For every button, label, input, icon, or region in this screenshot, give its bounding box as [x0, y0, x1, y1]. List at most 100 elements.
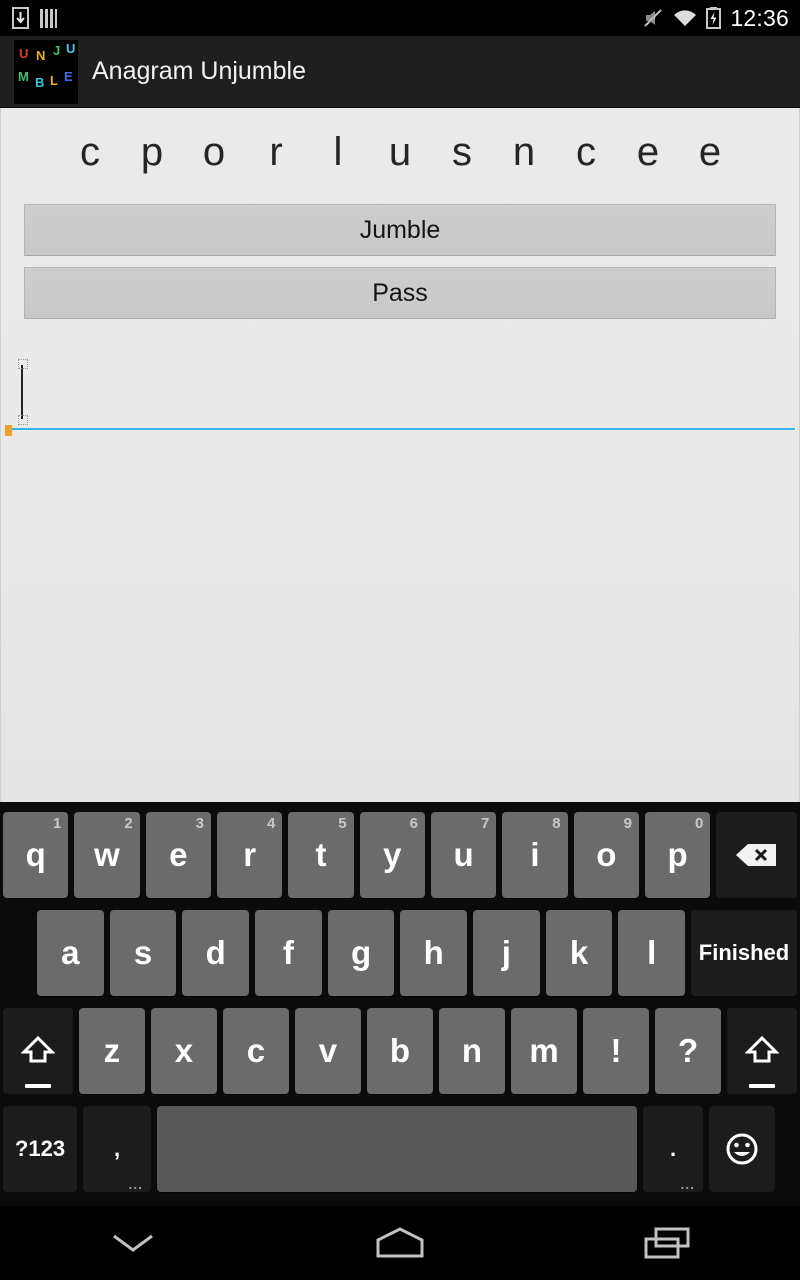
key-s[interactable]: s — [109, 910, 177, 996]
keyboard-row-3: z x c v b n m!? — [0, 1002, 800, 1100]
app-icon-letter: J — [53, 42, 61, 58]
key-label: l — [647, 934, 657, 971]
key-label: , — [113, 1136, 121, 1161]
key-f[interactable]: f — [255, 910, 322, 996]
backspace-key[interactable] — [716, 812, 797, 898]
emoji-icon — [726, 1133, 758, 1165]
shift-key-right[interactable] — [727, 1008, 797, 1094]
home-icon — [376, 1227, 424, 1258]
key-q[interactable]: 1q — [3, 812, 69, 898]
nav-recents-button[interactable] — [607, 1213, 727, 1273]
key-label: h — [423, 934, 444, 971]
key-o[interactable]: 9o — [573, 812, 639, 898]
key-g[interactable]: g — [327, 910, 395, 996]
key-?[interactable]: ? — [655, 1008, 722, 1094]
scrambled-letter: n — [512, 130, 536, 174]
key-m[interactable]: m — [511, 1008, 578, 1094]
key-r[interactable]: 4r — [216, 812, 283, 898]
pass-button[interactable]: Pass — [24, 267, 776, 319]
symbols-key[interactable]: ?123 — [3, 1106, 77, 1192]
key-number-hint: 3 — [195, 815, 204, 832]
scrambled-letter: c — [576, 130, 596, 174]
nav-home-button[interactable] — [340, 1213, 460, 1273]
selection-handle[interactable] — [5, 425, 12, 436]
key-n[interactable]: n — [438, 1008, 505, 1094]
app-icon-letter: U — [66, 40, 76, 56]
app-icon: UNJUMBLE — [14, 39, 78, 104]
key-e[interactable]: 3e — [145, 812, 211, 898]
key-label: v — [318, 1032, 338, 1069]
key-z[interactable]: z — [78, 1008, 145, 1094]
key-![interactable]: ! — [583, 1008, 650, 1094]
action-bar: UNJUMBLE Anagram Unjumble — [0, 36, 800, 108]
key-label: n — [461, 1032, 483, 1069]
keyboard-row-1: 1q2w3e4r5t6y7u8i9o0p — [0, 806, 800, 904]
key-k[interactable]: k — [545, 910, 613, 996]
scrambled-letter: p — [140, 130, 164, 174]
period-key[interactable]: .... — [643, 1106, 703, 1192]
key-label: m — [529, 1032, 559, 1069]
key-h[interactable]: h — [400, 910, 468, 996]
key-number-hint: 9 — [623, 815, 632, 832]
app-icon-letter: U — [19, 45, 29, 61]
scrambled-letters-row: cporlusncee — [1, 108, 799, 182]
space-key[interactable] — [157, 1106, 637, 1192]
key-label: s — [133, 934, 153, 971]
key-label: e — [169, 836, 188, 873]
app-icon-letter: M — [18, 68, 29, 84]
key-u[interactable]: 7u — [430, 812, 497, 898]
wifi-icon — [674, 9, 697, 26]
soft-keyboard: 1q2w3e4r5t6y7u8i9o0p a s d f g h j k l Finished z… — [0, 802, 800, 1206]
key-more-dots: ... — [680, 1176, 695, 1192]
key-label: c — [246, 1032, 266, 1069]
key-l[interactable]: l — [618, 910, 686, 996]
keyboard-row-2: a s d f g h j k l Finished — [0, 904, 800, 1002]
key-y[interactable]: 6y — [359, 812, 425, 898]
key-more-dots: ... — [128, 1176, 143, 1192]
chevron-down-icon — [113, 1234, 154, 1252]
status-bar-clock: 12:36 — [730, 4, 789, 31]
key-b[interactable]: b — [366, 1008, 433, 1094]
emoji-key[interactable] — [709, 1106, 775, 1192]
key-label: q — [25, 836, 46, 873]
recent-apps-icon — [644, 1227, 690, 1259]
key-x[interactable]: x — [150, 1008, 217, 1094]
key-w[interactable]: 2w — [74, 812, 140, 898]
device-screen: 12:36 UNJUMBLE Anagram Unjumble cporlusn… — [0, 0, 800, 1280]
key-label: ! — [610, 1032, 622, 1069]
key-label: o — [596, 836, 617, 873]
scrambled-letter: c — [80, 130, 100, 174]
key-i[interactable]: 8i — [502, 812, 568, 898]
nav-back-button[interactable] — [73, 1213, 193, 1273]
answer-input[interactable] — [5, 352, 795, 430]
key-number-hint: 4 — [266, 815, 276, 832]
key-number-hint: 0 — [694, 815, 704, 832]
shift-icon — [745, 1035, 779, 1063]
key-label: i — [530, 836, 540, 873]
key-number-hint: 5 — [338, 815, 347, 832]
key-p[interactable]: 0p — [644, 812, 711, 898]
key-label: . — [669, 1136, 677, 1161]
backspace-icon — [735, 844, 776, 866]
key-number-hint: 8 — [552, 815, 561, 832]
status-bar-left-icons — [0, 7, 58, 29]
key-t[interactable]: 5t — [288, 812, 354, 898]
finished-key[interactable]: Finished — [691, 910, 797, 996]
main-content: cporlusncee Jumble Pass — [0, 108, 800, 802]
shift-key-left[interactable] — [3, 1008, 73, 1094]
key-a[interactable]: a — [37, 910, 104, 996]
key-j[interactable]: j — [473, 910, 540, 996]
key-number-hint: 2 — [124, 815, 133, 832]
key-v[interactable]: v — [294, 1008, 361, 1094]
scrambled-letter: l — [333, 130, 343, 174]
text-caret — [18, 359, 28, 425]
key-number-hint: 7 — [480, 815, 490, 832]
comma-key[interactable]: ,... — [83, 1106, 151, 1192]
answer-input-wrapper — [5, 352, 795, 436]
key-d[interactable]: d — [182, 910, 250, 996]
key-c[interactable]: c — [222, 1008, 289, 1094]
jumble-button[interactable]: Jumble — [24, 204, 776, 256]
key-label: a — [61, 934, 80, 971]
scrambled-letter: e — [698, 130, 722, 174]
status-bar-right-icons: 12:36 — [642, 5, 800, 32]
